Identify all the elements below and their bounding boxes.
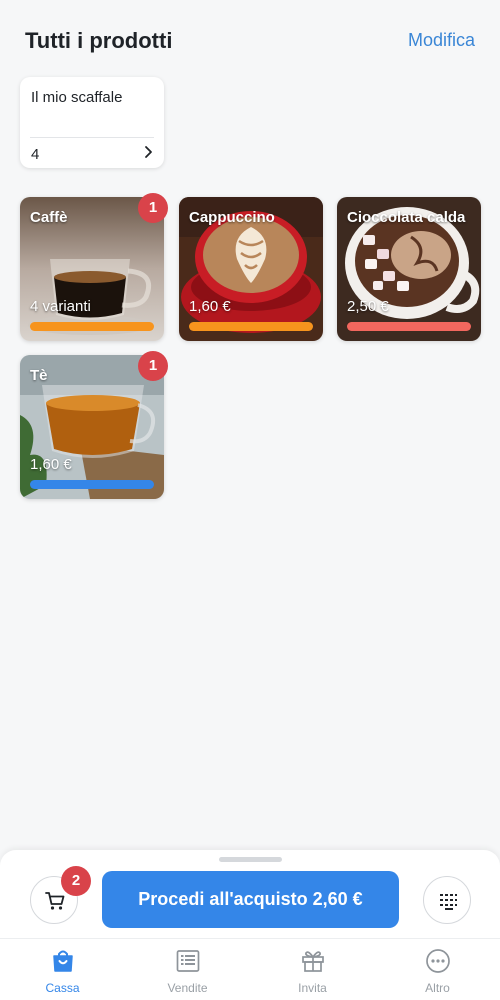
page-title: Tutti i prodotti bbox=[25, 28, 173, 53]
shelf-name: Il mio scaffale bbox=[31, 89, 123, 106]
top-header: Tutti i prodotti Modifica bbox=[0, 0, 500, 70]
shopping-bag-icon bbox=[53, 950, 73, 972]
tab-label: Cassa bbox=[45, 981, 80, 995]
product-count-badge: 1 bbox=[138, 193, 168, 223]
cart-count-badge: 2 bbox=[61, 866, 91, 896]
product-tile-cioccolata[interactable]: Cioccolata calda 2,50 € bbox=[337, 197, 481, 341]
product-color-bar bbox=[347, 322, 471, 331]
tab-label: Invita bbox=[298, 981, 327, 995]
tab-vendite[interactable]: Vendite bbox=[125, 939, 250, 1000]
product-color-bar bbox=[189, 322, 313, 331]
keypad-button[interactable] bbox=[423, 876, 471, 924]
tab-label: Altro bbox=[425, 981, 450, 995]
product-count-badge: 1 bbox=[138, 351, 168, 381]
product-name: Cappuccino bbox=[189, 209, 275, 226]
shelf-divider bbox=[30, 137, 154, 138]
product-subtitle: 1,60 € bbox=[30, 456, 72, 473]
bottom-tab-bar: Cassa Vendite Invita Altro bbox=[0, 938, 500, 1000]
product-subtitle: 4 varianti bbox=[30, 298, 91, 315]
tab-invita[interactable]: Invita bbox=[250, 939, 375, 1000]
checkout-button[interactable]: Procedi all'acquisto 2,60 € bbox=[102, 871, 399, 928]
tab-cassa[interactable]: Cassa bbox=[0, 939, 125, 1000]
product-color-bar bbox=[30, 322, 154, 331]
checkout-sheet: 2 Procedi all'acquisto 2,60 € bbox=[0, 850, 500, 938]
product-name: Caffè bbox=[30, 209, 68, 226]
product-subtitle: 1,60 € bbox=[189, 298, 231, 315]
tab-altro[interactable]: Altro bbox=[375, 939, 500, 1000]
gift-icon bbox=[302, 951, 324, 972]
chevron-right-icon bbox=[145, 146, 152, 158]
cart-icon bbox=[45, 892, 65, 910]
product-tile-cappuccino[interactable]: Cappuccino 1,60 € bbox=[179, 197, 323, 341]
product-name: Cioccolata calda bbox=[347, 209, 466, 226]
more-dots-icon bbox=[426, 949, 450, 973]
tab-label: Vendite bbox=[167, 981, 208, 995]
shelf-count: 4 bbox=[31, 146, 40, 163]
receipt-list-icon bbox=[176, 950, 200, 972]
product-subtitle: 2,50 € bbox=[347, 298, 389, 315]
product-color-bar bbox=[30, 480, 154, 489]
drag-handle[interactable] bbox=[219, 857, 282, 862]
shelf-card[interactable]: Il mio scaffale 4 bbox=[20, 77, 164, 168]
product-name: Tè bbox=[30, 367, 48, 384]
keypad-icon bbox=[440, 894, 457, 910]
edit-link[interactable]: Modifica bbox=[408, 30, 475, 51]
